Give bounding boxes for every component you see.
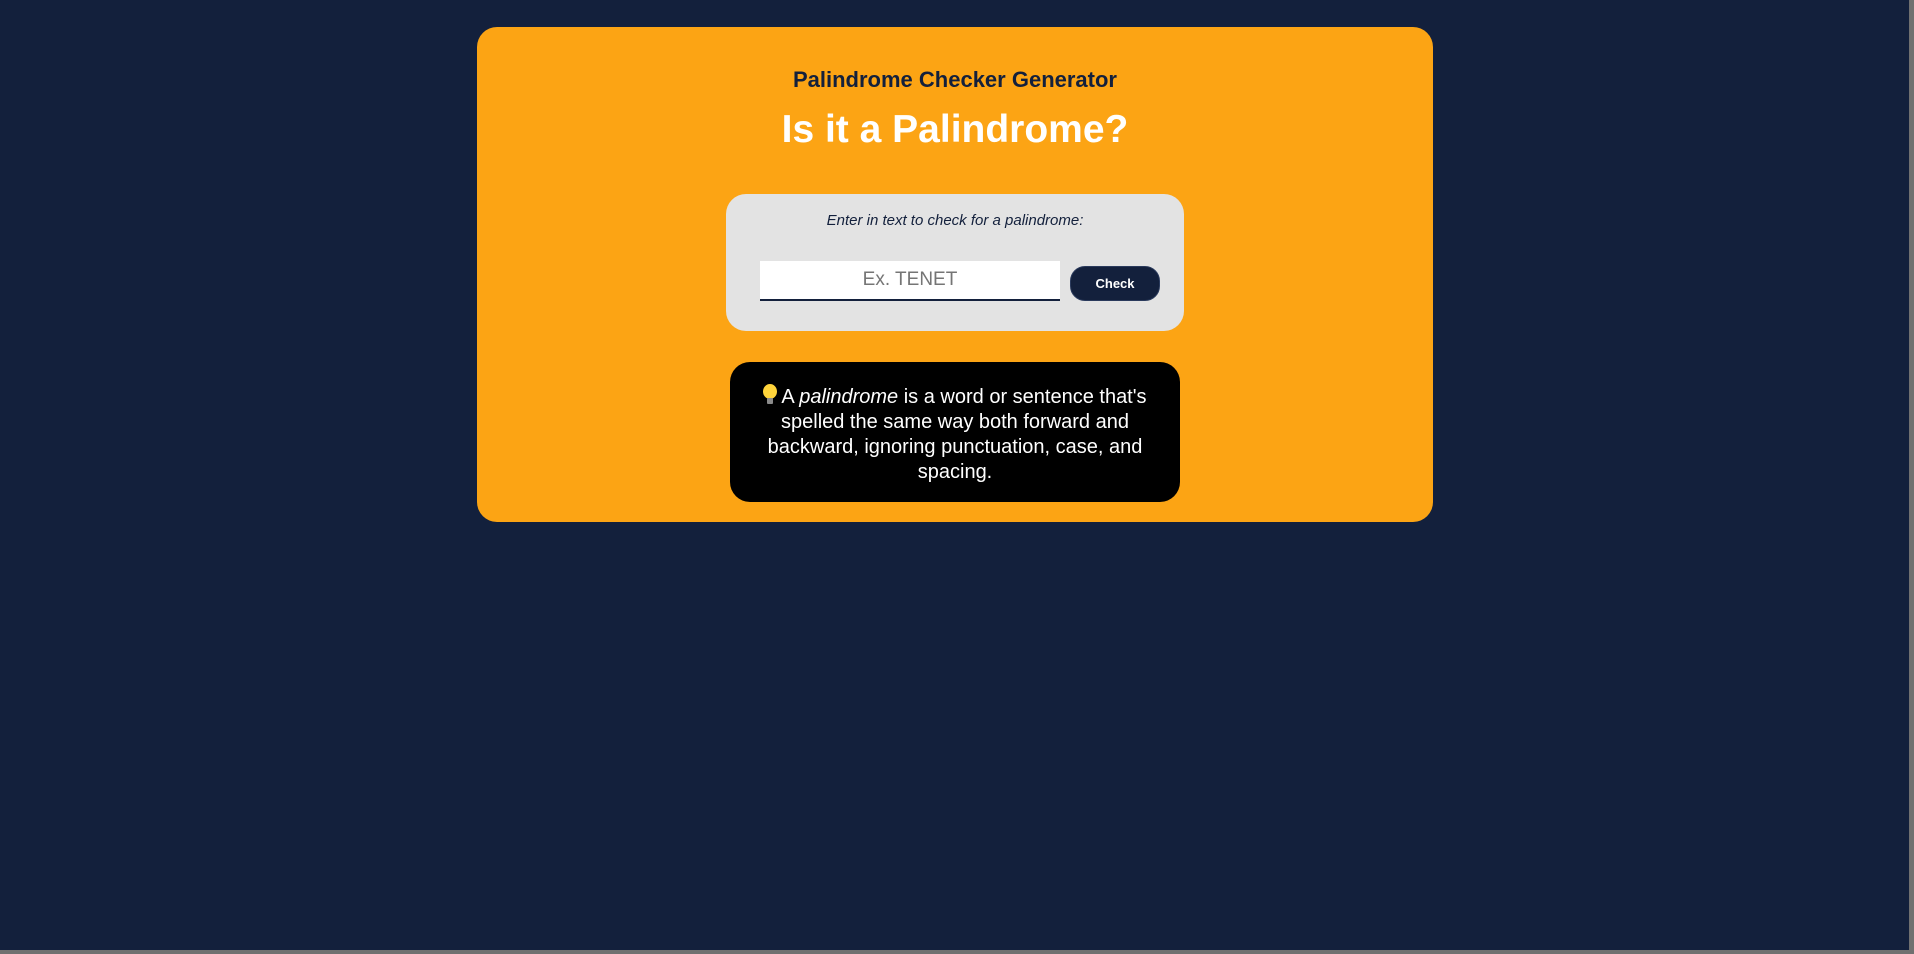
definition-term: palindrome [799,386,899,408]
window-bottom-edge [0,950,1914,954]
check-button[interactable]: Check [1070,266,1160,301]
definition-prefix: A [781,386,800,408]
text-input[interactable] [760,261,1060,301]
page-title: Is it a Palindrome? [781,108,1129,151]
palindrome-card: Palindrome Checker Generator Is it a Pal… [477,27,1433,522]
lightbulb-icon [763,384,778,406]
window-right-edge [1909,0,1914,954]
page-subtitle: Palindrome Checker Generator [792,67,1117,92]
palindrome-definition: A palindrome is a word or sentence that'… [730,362,1180,502]
input-panel: Enter in text to check for a palindrome:… [726,194,1184,331]
input-label: Enter in text to check for a palindrome: [826,212,1084,229]
